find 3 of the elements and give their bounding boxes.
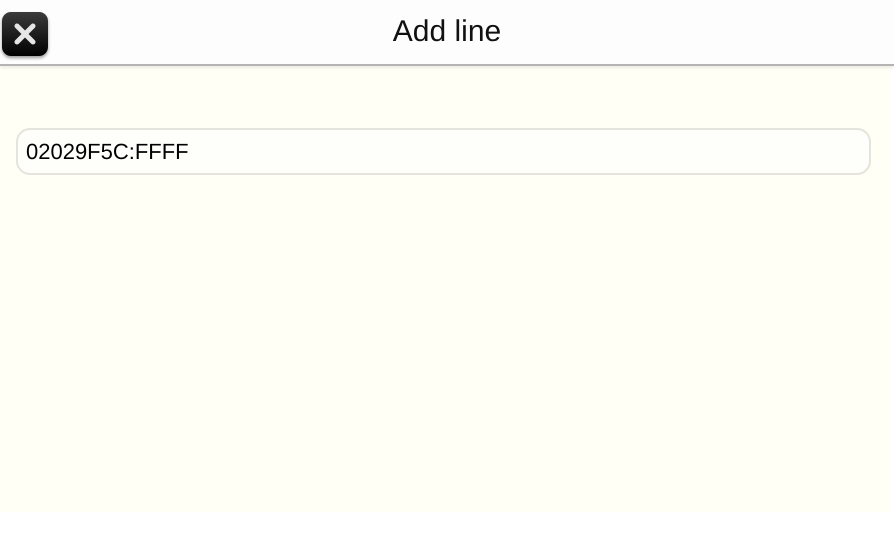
window-title: Add line <box>392 15 502 49</box>
close-button[interactable] <box>2 12 48 56</box>
input-field[interactable]: 02029F5C:FFFF <box>16 128 871 175</box>
